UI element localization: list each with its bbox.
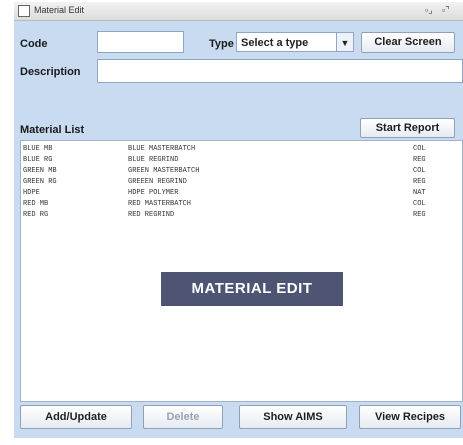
material-type-cell: COL bbox=[413, 145, 426, 153]
chevron-down-icon[interactable]: ▼ bbox=[336, 33, 353, 51]
material-edit-banner: MATERIAL EDIT bbox=[161, 272, 343, 306]
code-label: Code bbox=[20, 38, 48, 50]
clear-screen-button[interactable]: Clear Screen bbox=[361, 32, 455, 53]
material-list-label: Material List bbox=[20, 124, 85, 136]
material-edit-window: Material Edit ▫⌟ ▫⌝ Code Type Select a t… bbox=[14, 2, 463, 438]
code-input[interactable] bbox=[97, 31, 184, 53]
window-title: Material Edit bbox=[34, 5, 85, 15]
material-description-cell: GREEN MASTERBATCH bbox=[128, 167, 200, 175]
material-description-cell: RED MASTERBATCH bbox=[128, 200, 192, 208]
material-type-cell: REG bbox=[413, 178, 426, 186]
material-code-cell: RED MB bbox=[23, 200, 49, 208]
list-item[interactable]: BLUE MB BLUE MASTERBATCH COL bbox=[21, 144, 462, 155]
minimize-icon[interactable]: ▫⌟ bbox=[425, 5, 432, 16]
list-item[interactable]: GREEN MB GREEN MASTERBATCH COL bbox=[21, 166, 462, 177]
list-item[interactable]: BLUE RG BLUE REGRIND REG bbox=[21, 155, 462, 166]
material-code-cell: GREEN MB bbox=[23, 167, 57, 175]
list-item[interactable]: RED RG RED REGRIND REG bbox=[21, 210, 462, 221]
type-select[interactable]: Select a type ▼ bbox=[236, 32, 354, 52]
material-code-cell: RED RG bbox=[23, 211, 49, 219]
type-label: Type bbox=[209, 38, 234, 50]
material-type-cell: COL bbox=[413, 167, 426, 175]
material-code-cell: HDPE bbox=[23, 189, 40, 197]
material-list[interactable]: BLUE MB BLUE MASTERBATCH COL BLUE RG BLUE RE… bbox=[20, 140, 463, 402]
material-description-cell: RED REGRIND bbox=[128, 211, 175, 219]
list-item[interactable]: RED MB RED MASTERBATCH COL bbox=[21, 199, 462, 210]
material-type-cell: NAT bbox=[413, 189, 426, 197]
start-report-button[interactable]: Start Report bbox=[360, 118, 455, 138]
material-description-cell: HDPE POLYMER bbox=[128, 189, 179, 197]
material-type-cell: COL bbox=[413, 200, 426, 208]
delete-button[interactable]: Delete bbox=[143, 405, 223, 429]
window-icon bbox=[18, 5, 30, 17]
material-description-cell: BLUE REGRIND bbox=[128, 156, 179, 164]
material-code-cell: BLUE MB bbox=[23, 145, 53, 153]
show-aims-button[interactable]: Show AIMS bbox=[239, 405, 347, 429]
description-label: Description bbox=[20, 66, 81, 78]
material-type-cell: REG bbox=[413, 211, 426, 219]
add-update-button[interactable]: Add/Update bbox=[20, 405, 132, 429]
list-item[interactable]: HDPE HDPE POLYMER NAT bbox=[21, 188, 462, 199]
view-recipes-button[interactable]: View Recipes bbox=[359, 405, 461, 429]
material-description-cell: GREEEN REGRIND bbox=[128, 178, 187, 186]
material-code-cell: GREEN RG bbox=[23, 178, 57, 186]
material-code-cell: BLUE RG bbox=[23, 156, 53, 164]
type-selected-value: Select a type bbox=[241, 37, 309, 49]
maximize-icon[interactable]: ▫⌝ bbox=[442, 5, 449, 16]
material-description-cell: BLUE MASTERBATCH bbox=[128, 145, 196, 153]
material-type-cell: REG bbox=[413, 156, 426, 164]
title-bar: Material Edit ▫⌟ ▫⌝ bbox=[14, 2, 463, 21]
list-item[interactable]: GREEN RG GREEEN REGRIND REG bbox=[21, 177, 462, 188]
description-input[interactable] bbox=[97, 59, 463, 83]
